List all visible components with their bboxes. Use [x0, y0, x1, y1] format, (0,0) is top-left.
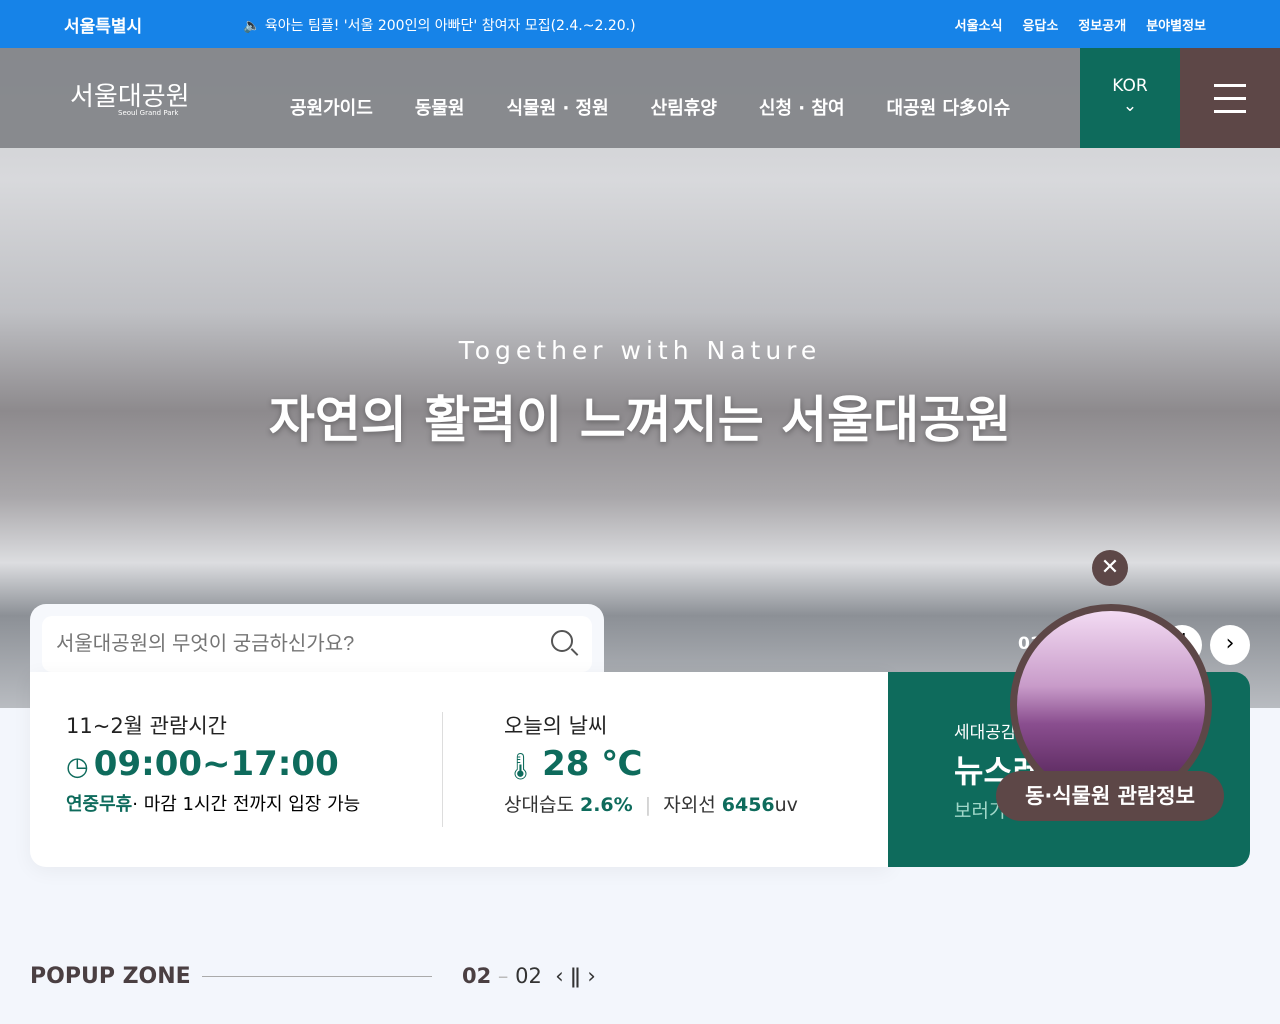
chevron-down-icon: ⌄: [1080, 96, 1180, 116]
close-icon[interactable]: ✕: [1092, 550, 1128, 586]
hero-title: 자연의 활력이 느껴지는 서울대공원: [0, 380, 1280, 452]
popup-zone-title: POPUP ZONE: [30, 964, 191, 989]
popup-total: 02: [515, 964, 542, 988]
speaker-icon: 🔈: [243, 18, 265, 34]
uv-label: 자외선: [663, 794, 715, 816]
language-button[interactable]: KOR⌄: [1080, 48, 1180, 148]
nav-garden[interactable]: 식물원 · 정원: [507, 94, 609, 120]
menu-button[interactable]: [1180, 48, 1280, 148]
notice-text: 육아는 팀플! '서울 200인의 아빠단' 참여자 모집(2.4.~2.20.…: [265, 18, 636, 34]
weather-label: 오늘의 날씨: [504, 710, 798, 740]
notice[interactable]: 🔈 육아는 팀플! '서울 200인의 아빠단' 참여자 모집(2.4.~2.2…: [243, 15, 636, 35]
divider-line: [202, 976, 432, 977]
nav-guide[interactable]: 공원가이드: [290, 94, 373, 120]
zoo-popup-label[interactable]: 동·식물원 관람정보: [996, 771, 1224, 821]
popup-counter: 02 – 02 ‹ ǁ ›: [462, 964, 596, 988]
search-input[interactable]: [42, 616, 592, 672]
hours-label: 11~2월 관람시간: [66, 710, 360, 740]
top-link-info[interactable]: 정보공개: [1078, 15, 1126, 34]
logo-text: 서울대공원: [70, 82, 190, 112]
next-icon[interactable]: ›: [587, 964, 595, 988]
nav-zoo[interactable]: 동물원: [415, 94, 465, 120]
popup-current: 02: [462, 964, 491, 988]
divider: [442, 712, 443, 827]
info-card: 11~2월 관람시간 ◷ 09:00~17:00 연중무휴· 마감 1시간 전까…: [30, 672, 890, 867]
nav-issue[interactable]: 대공원 다多이슈: [887, 94, 1011, 120]
pause-icon[interactable]: ǁ: [570, 964, 580, 988]
temperature: 28 ℃: [542, 744, 642, 784]
nav-apply[interactable]: 신청 · 참여: [759, 94, 845, 120]
closed-info: 연중무휴: [66, 794, 132, 815]
nav-forest[interactable]: 산림휴양: [651, 94, 717, 120]
next-slide-button[interactable]: ›: [1210, 625, 1250, 665]
seoul-logo[interactable]: 서울특별시: [64, 12, 142, 37]
thermometer-icon: 🌡: [504, 752, 537, 782]
humidity-label: 상대습도: [504, 794, 574, 816]
top-link-eungdapso[interactable]: 응답소: [1022, 15, 1058, 34]
top-bar: 서울특별시 🔈 육아는 팀플! '서울 200인의 아빠단' 참여자 모집(2.…: [0, 0, 1280, 48]
prev-icon[interactable]: ‹: [555, 964, 563, 988]
lang-label: KOR: [1080, 76, 1180, 96]
hours-note: · 마감 1시간 전까지 입장 가능: [132, 794, 360, 815]
uv-value: 6456: [722, 794, 775, 816]
uv-unit: uv: [775, 794, 798, 816]
search-icon[interactable]: [551, 630, 573, 652]
hours-time: 09:00~17:00: [94, 744, 339, 784]
top-link-field[interactable]: 분야별정보: [1146, 15, 1206, 34]
news-small: 세대공감: [954, 718, 1017, 743]
park-logo[interactable]: 서울대공원Seoul Grand Park: [70, 76, 190, 117]
humidity-value: 2.6%: [580, 794, 633, 816]
clock-icon: ◷: [66, 752, 89, 782]
hero-subtitle: Together with Nature: [0, 336, 1280, 365]
top-link-news[interactable]: 서울소식: [955, 15, 1003, 34]
